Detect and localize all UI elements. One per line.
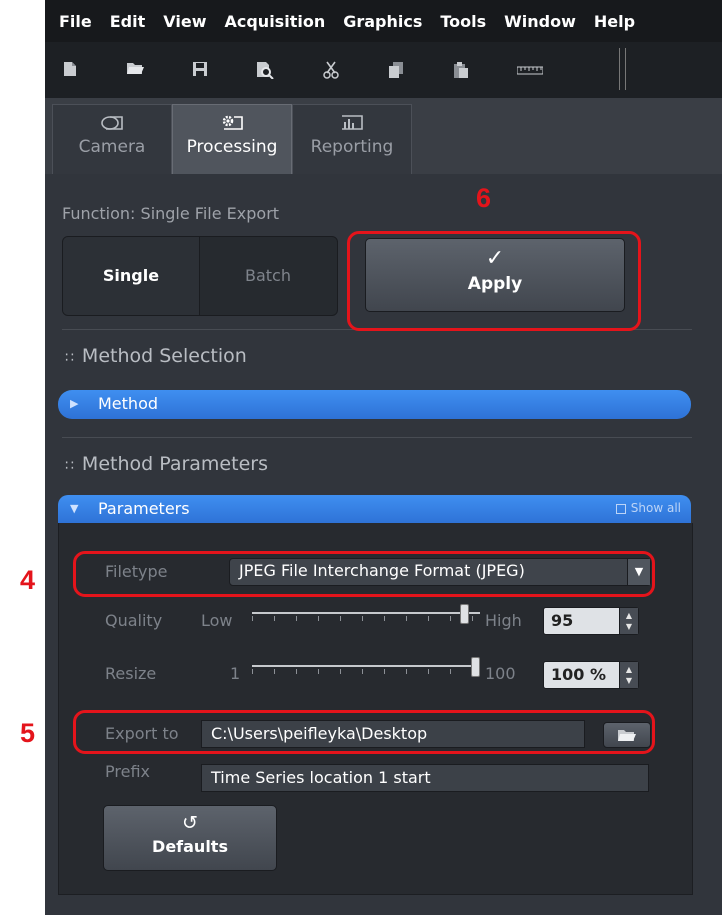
resize-min-label: 1 [230, 664, 241, 683]
new-document-icon[interactable] [60, 61, 80, 79]
menu-edit[interactable]: Edit [101, 12, 155, 31]
ruler-icon[interactable] [516, 61, 544, 79]
undo-icon: ↺ [182, 812, 198, 834]
tab-processing-label: Processing [186, 137, 278, 157]
function-label: Function: Single File Export [62, 204, 280, 223]
zen-application-window: File Edit View Acquisition Graphics Tool… [45, 0, 722, 915]
prefix-label: Prefix [105, 762, 150, 781]
print-preview-icon[interactable] [255, 61, 275, 80]
gear-icon [218, 113, 246, 133]
quality-min-label: Low [201, 611, 233, 630]
tab-reporting[interactable]: Reporting [292, 104, 412, 174]
toolbar [45, 42, 722, 99]
defaults-button[interactable]: ↺ Defaults [103, 805, 277, 871]
grip-icon: ∷ [65, 350, 74, 366]
resize-value: 100 % [551, 665, 606, 684]
annotation-number-6: 6 [476, 183, 492, 213]
slider-thumb[interactable] [460, 604, 469, 624]
menu-window[interactable]: Window [495, 12, 585, 31]
parameters-expander[interactable]: ▼ Parameters Show all [58, 495, 691, 524]
grip-icon: ∷ [65, 458, 74, 474]
resize-max-label: 100 [485, 664, 516, 683]
prefix-value: Time Series location 1 start [211, 768, 431, 787]
defaults-label: Defaults [152, 837, 228, 856]
annotation-box-export [73, 710, 655, 754]
show-all-toggle[interactable]: Show all [615, 501, 681, 515]
show-all-label: Show all [630, 501, 681, 515]
method-parameters-heading: ∷ Method Parameters [65, 453, 268, 475]
paste-icon[interactable] [451, 61, 471, 79]
annotation-number-4: 4 [20, 565, 36, 595]
quality-value: 95 [551, 611, 574, 630]
annotation-box-filetype [73, 551, 655, 597]
menu-graphics[interactable]: Graphics [334, 12, 431, 31]
checkbox-icon [615, 503, 626, 514]
tab-processing[interactable]: Processing [172, 104, 292, 174]
menu-help[interactable]: Help [585, 12, 644, 31]
expand-arrow-icon: ▶ [70, 397, 79, 410]
copy-icon[interactable] [386, 61, 406, 79]
slider-track [252, 612, 480, 614]
quality-max-label: High [485, 611, 522, 630]
resize-slider[interactable] [252, 657, 480, 677]
cut-icon[interactable] [321, 61, 341, 79]
menu-file[interactable]: File [45, 12, 101, 31]
method-label: Method [98, 394, 159, 413]
resize-label: Resize [105, 664, 157, 683]
prefix-field[interactable]: Time Series location 1 start [201, 764, 649, 792]
annotation-box-apply [347, 231, 641, 331]
tab-bar: Camera Processing Reporting [45, 98, 722, 174]
divider [62, 437, 692, 438]
toolbar-separator [619, 48, 626, 90]
quality-slider[interactable] [252, 604, 480, 624]
save-icon[interactable] [190, 61, 210, 79]
menu-view[interactable]: View [154, 12, 215, 31]
camera-icon [98, 113, 126, 133]
menu-acquisition[interactable]: Acquisition [215, 12, 334, 31]
spin-arrows-icon[interactable]: ▲ ▼ [619, 662, 638, 688]
tab-camera-label: Camera [78, 137, 146, 157]
spin-arrows-icon[interactable]: ▲ ▼ [619, 608, 638, 634]
tab-reporting-label: Reporting [310, 137, 394, 157]
tab-camera[interactable]: Camera [52, 104, 172, 174]
slider-track [252, 665, 480, 667]
processing-panel: Function: Single File Export Single Batc… [45, 174, 722, 915]
method-selection-heading: ∷ Method Selection [65, 345, 247, 367]
open-folder-icon[interactable] [125, 61, 145, 79]
method-parameters-title: Method Parameters [81, 453, 268, 475]
annotation-number-5: 5 [20, 718, 36, 748]
bar-chart-icon [338, 113, 366, 133]
quality-spinbox[interactable]: 95 ▲ ▼ [543, 607, 639, 635]
quality-label: Quality [105, 611, 163, 630]
batch-mode-button[interactable]: Batch [200, 237, 336, 315]
method-expander[interactable]: ▶ Method [58, 390, 691, 419]
mode-segmented-control: Single Batch [62, 236, 338, 316]
slider-ticks [252, 616, 480, 621]
parameters-label: Parameters [98, 499, 190, 518]
collapse-arrow-icon: ▼ [70, 502, 79, 515]
menu-tools[interactable]: Tools [431, 12, 495, 31]
slider-thumb[interactable] [471, 657, 480, 677]
single-mode-button[interactable]: Single [63, 237, 200, 315]
menu-bar: File Edit View Acquisition Graphics Tool… [45, 0, 722, 42]
slider-ticks [252, 669, 480, 674]
resize-spinbox[interactable]: 100 % ▲ ▼ [543, 661, 639, 689]
method-selection-title: Method Selection [81, 345, 247, 367]
